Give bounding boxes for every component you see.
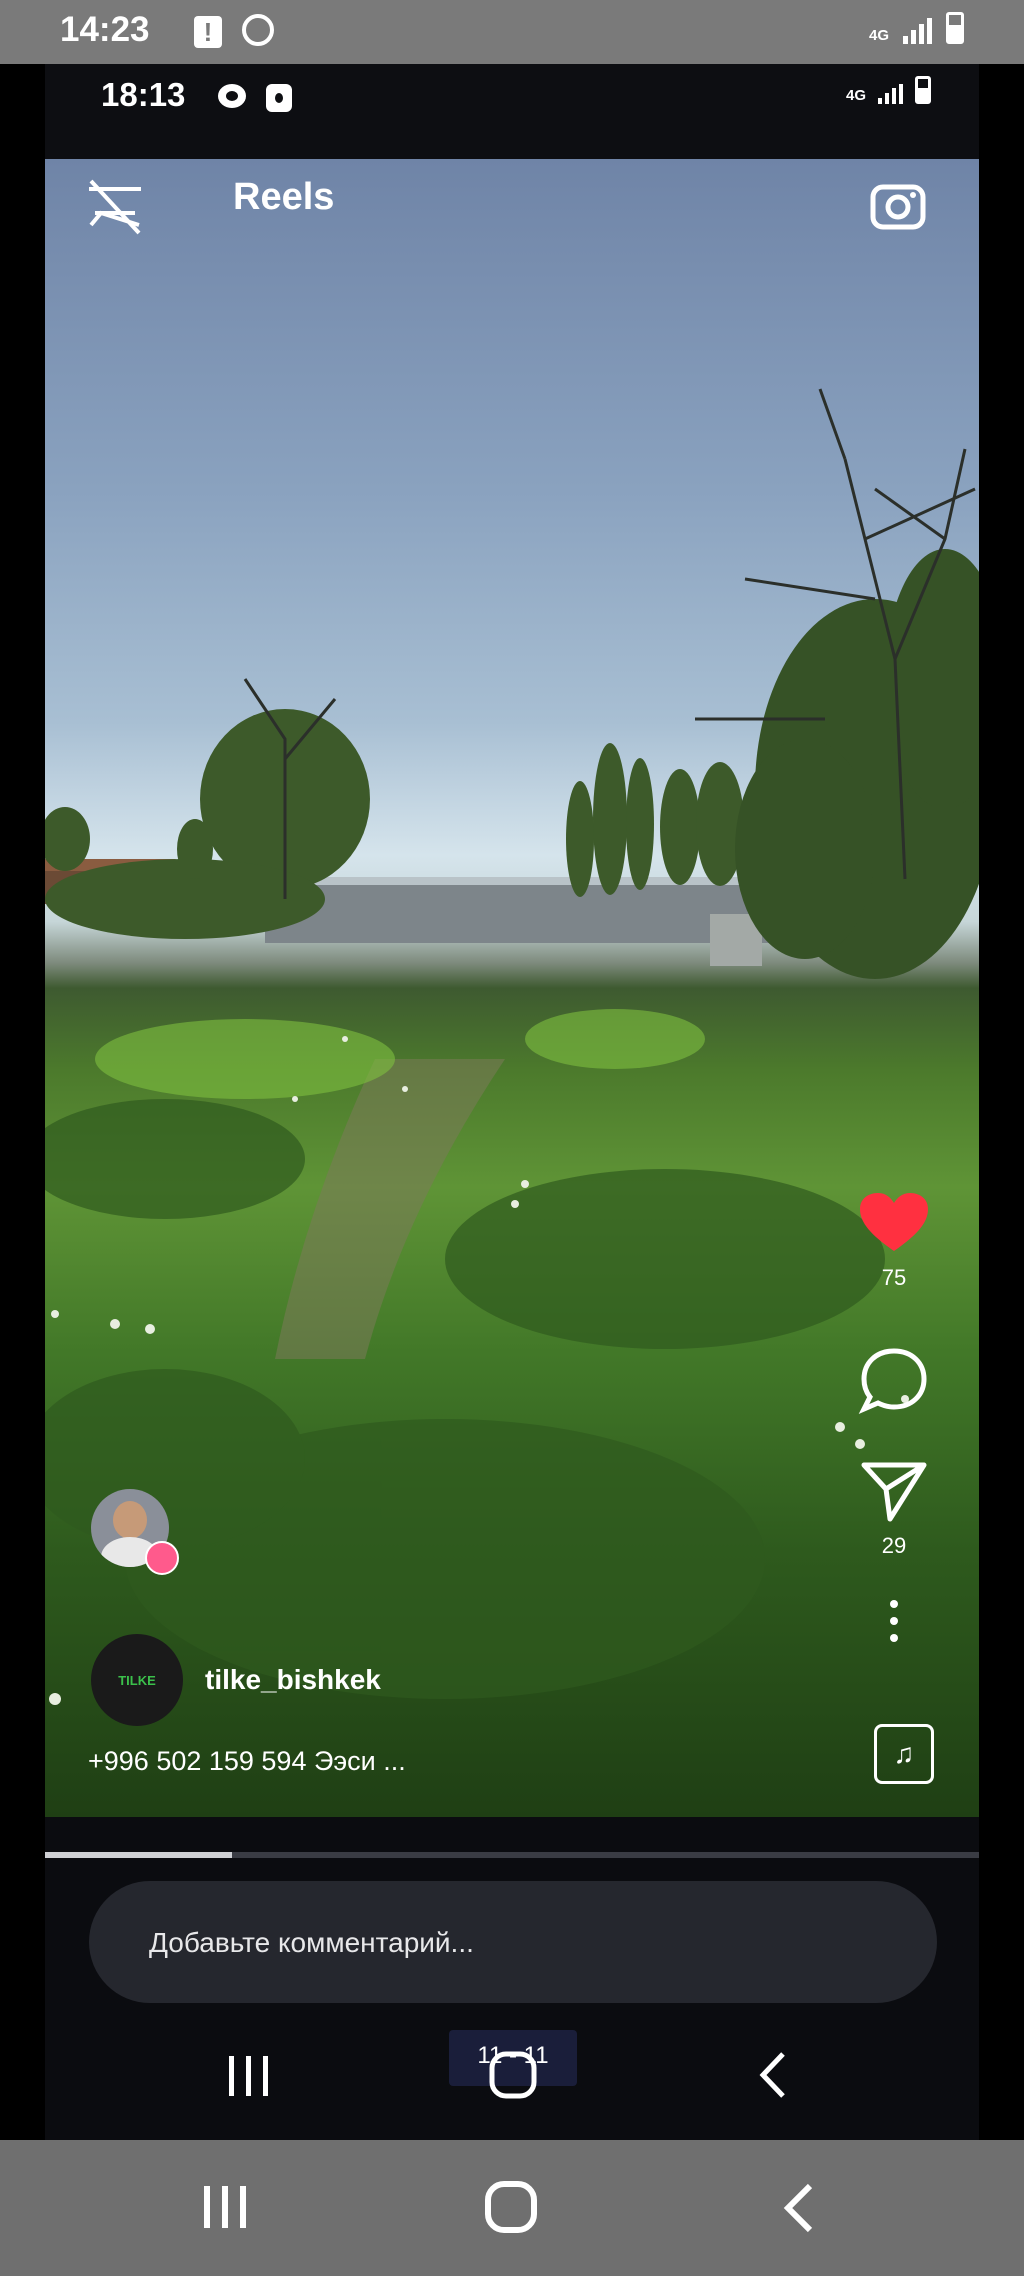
inner-recent-apps-icon[interactable] <box>227 2054 271 2098</box>
chat-notification-icon <box>218 84 246 108</box>
crossed-reels-icon[interactable] <box>81 173 149 241</box>
comment-icon[interactable] <box>858 1345 930 1417</box>
outer-battery-icon <box>946 12 964 44</box>
reel-video[interactable]: Reels 75 29 TILKE tilke_bishkek +996 502… <box>45 159 979 1817</box>
account-row[interactable]: TILKE tilke_bishkek <box>91 1634 381 1726</box>
outer-network-label: 4G <box>868 27 889 44</box>
reel-actions: 75 29 <box>849 1191 939 1643</box>
account-username[interactable]: tilke_bishkek <box>205 1664 381 1696</box>
phone-screen: 18:13 4G Reels 75 29 TILKE tilke_bishkek… <box>45 64 979 2140</box>
inner-status-indicators: 4G <box>846 76 931 104</box>
video-progress-bar[interactable] <box>45 1852 979 1858</box>
outer-status-bar: 14:23 ! 4G <box>0 0 1024 64</box>
more-options-icon[interactable] <box>889 1599 899 1643</box>
heart-badge-icon <box>145 1541 179 1575</box>
inner-home-icon[interactable] <box>488 2050 538 2100</box>
inner-navigation-bar: 11 - 11 <box>45 2024 979 2140</box>
likes-count: 75 <box>881 1265 907 1290</box>
outer-status-indicators: 4G <box>869 12 964 44</box>
outer-signal-icon <box>903 16 932 44</box>
video-progress-fill <box>45 1852 232 1858</box>
camera-icon[interactable] <box>869 179 927 231</box>
shares-count: 29 <box>881 1533 907 1558</box>
outer-status-time: 14:23 <box>60 10 150 49</box>
recent-apps-icon[interactable] <box>202 2184 248 2230</box>
inner-network-label: 4G <box>845 87 866 104</box>
reels-title: Reels <box>233 176 335 218</box>
whatsapp-notification-icon <box>242 14 274 46</box>
like-heart-icon[interactable] <box>858 1191 930 1255</box>
app-notification-icon <box>266 84 292 112</box>
alert-notification-icon: ! <box>194 16 222 48</box>
inner-status-bar: 18:13 4G <box>45 64 979 159</box>
inner-signal-icon <box>878 76 903 104</box>
account-logo[interactable]: TILKE <box>91 1634 183 1726</box>
share-send-icon[interactable] <box>860 1459 928 1523</box>
comment-input[interactable]: Добавьте комментарий... <box>89 1881 937 2003</box>
inner-battery-icon <box>915 76 931 104</box>
reel-caption[interactable]: +996 502 159 594 Ээси ... <box>88 1746 406 1777</box>
comment-placeholder: Добавьте комментарий... <box>149 1927 474 1958</box>
inner-back-icon[interactable] <box>755 2050 789 2100</box>
logo-text: TILKE <box>118 1672 156 1688</box>
video-scene <box>45 388 979 1705</box>
back-icon[interactable] <box>780 2182 816 2234</box>
outer-navigation-bar <box>0 2140 1024 2276</box>
inner-status-time: 18:13 <box>101 76 186 113</box>
home-icon[interactable] <box>484 2180 538 2234</box>
music-note-icon[interactable]: ♫ <box>874 1724 934 1784</box>
